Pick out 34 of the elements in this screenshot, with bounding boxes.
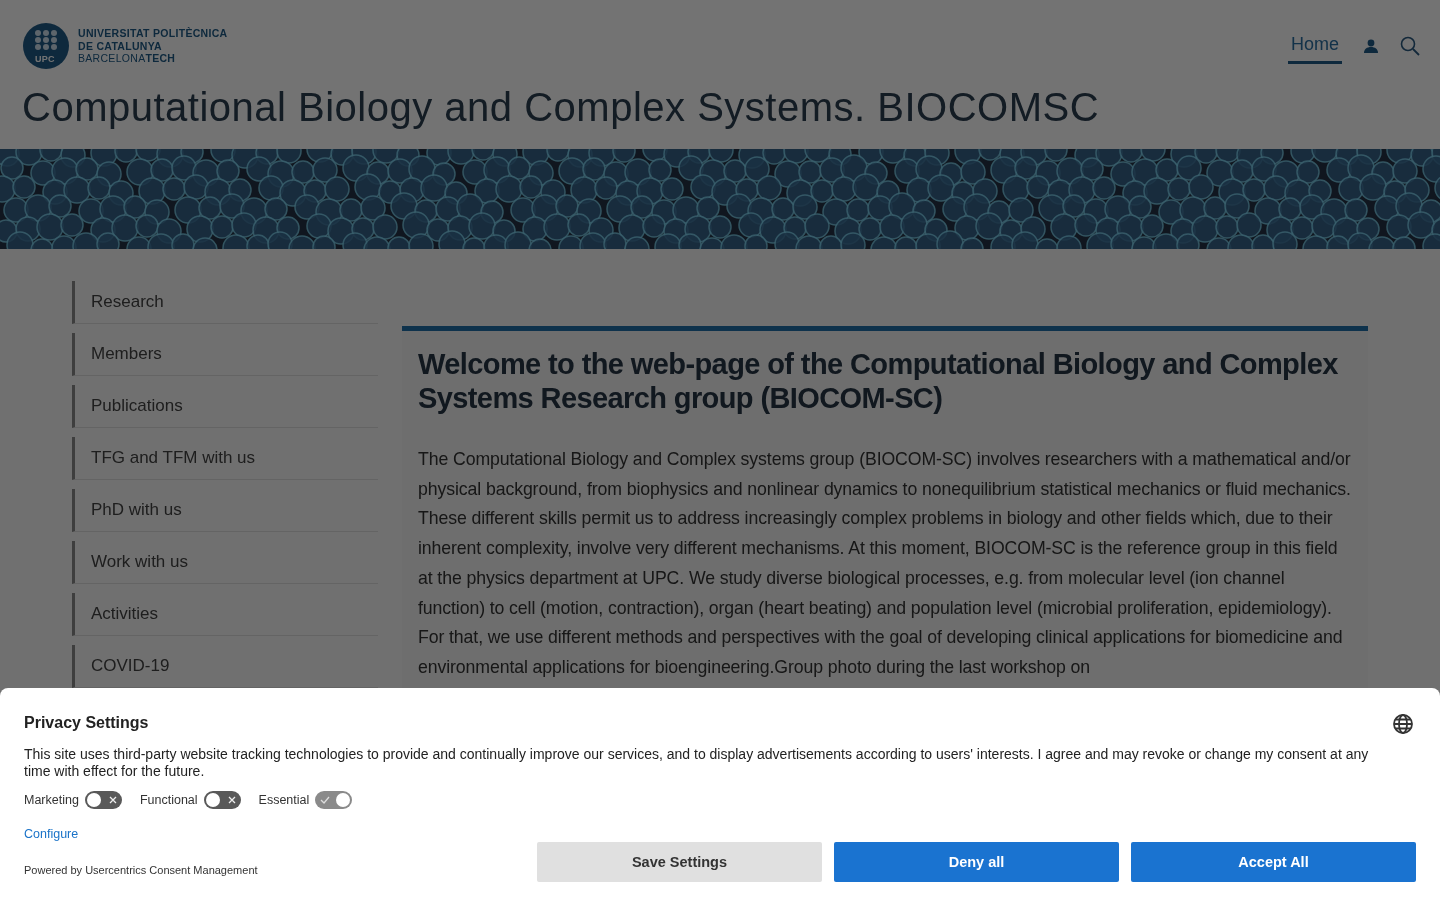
toggle-switch[interactable] [84,791,122,809]
nav-link[interactable]: Home [1288,28,1342,64]
sidebar-item[interactable]: Research [72,281,378,324]
logo-label: UPC [35,53,55,66]
check-icon [320,796,331,804]
toggle-label: Essential [258,793,310,807]
toggle-label: Functional [139,793,198,807]
sidebar-item[interactable]: PhD with us [72,489,378,532]
logo-text: UNIVERSITAT POLITÈCNICA [78,27,228,40]
sidebar-item[interactable]: Members [72,333,378,376]
consent-text: This site uses third-party website tracking technologies to provide and continually improve our services, and to display advertisements according to users' interests. I agree and may revoke or change my consent at any time with effect for the future. [24,746,1370,780]
logo-text: DE CATALUNYA [78,39,163,53]
consent-button[interactable]: Save Settings [537,842,822,882]
sidebar-item[interactable]: TFG and TFM with us [72,437,378,480]
consent-button[interactable]: Deny all [834,842,1119,882]
configure-link[interactable]: Configure [24,827,79,841]
sidebar-item[interactable]: Activities [72,593,378,636]
toggle-switch[interactable] [203,791,241,809]
article-heading: Welcome to the web-page of the Computational Biology and Complex Systems Research group (BIOCOM-SC) [418,347,1339,415]
powered-by-text: Powered by Usercentrics Consent Management [24,864,258,876]
logo-icon [23,22,69,70]
user-icon[interactable] [1364,39,1378,53]
x-icon [108,796,117,804]
site-title: Computational Biology and Complex Systems. BIOCOMSC [22,85,1101,130]
consent-button[interactable]: Accept All [1131,842,1416,882]
globe-icon[interactable] [1392,713,1414,735]
consent-title: Privacy Settings [24,714,149,732]
logo-text: BARCELONATECH [78,52,177,65]
x-icon [227,796,236,804]
article-text: The Computational Biology and Complex systems group (BIOCOM-SC) involves researchers with a mathematical and/or physical background, from biophysics and nonlinear dynamics to nonequilibrium statistical mechanics or fluid mechanics. These different skills permit us to address increasingly complex problems in biology and other fields which, due to their inherent complexity, involve very different mechanisms. At this moment, BIOCOM-SC is the reference group in this field at the physics department at UPC. We study diverse biological processes, e.g. from molecular level (ion channel function) to cell (motion, contraction), organ (heart beating) and population level (microbial proliferation, epidemiology). For that, we use different methods and perspectives with the goal of developing clinical applications for biomedicine and environmental applications for bioengineering.Group photo during the last workshop on [418,448,1352,679]
toggle-label: Marketing [24,793,79,807]
sidebar-item[interactable]: Work with us [72,541,378,584]
sidebar-item[interactable]: Publications [72,385,378,428]
search-icon[interactable] [1400,36,1420,56]
